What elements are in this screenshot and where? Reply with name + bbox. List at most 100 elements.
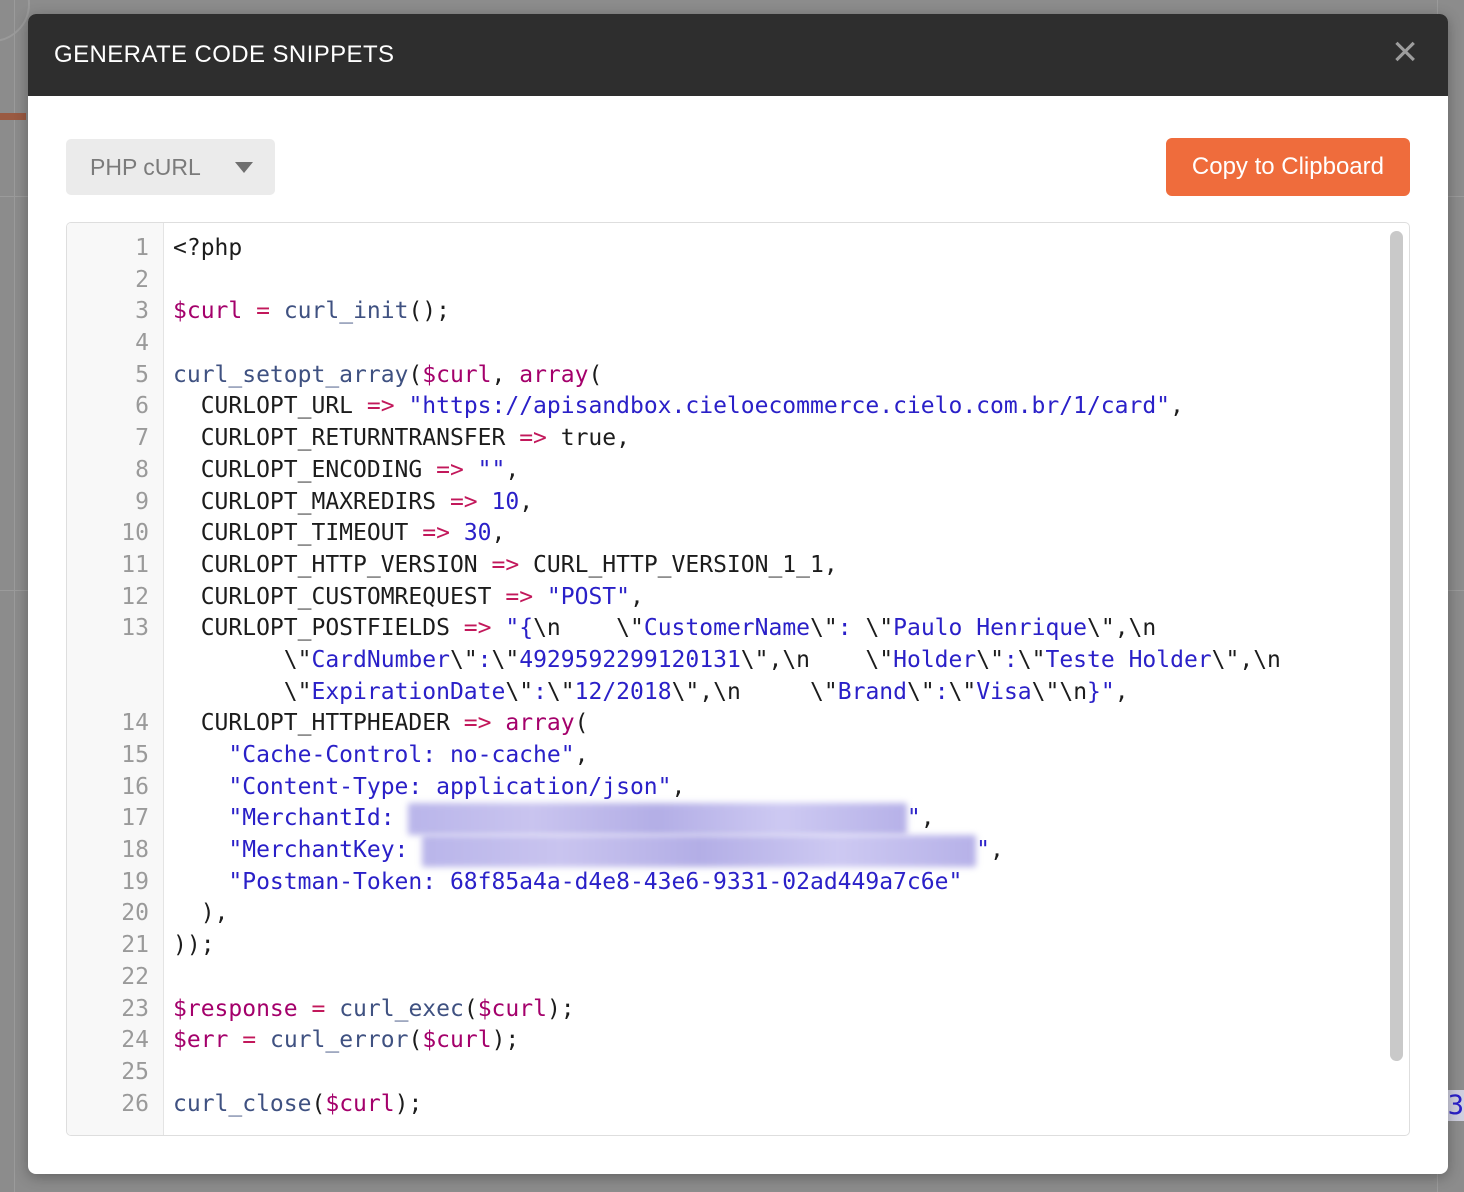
code-token-plain: , [671, 773, 686, 800]
code-token-plain: \" [907, 678, 935, 705]
code-token-str: " [906, 805, 921, 832]
code-token-plain: CURLOPT_HTTP_VERSION [173, 551, 492, 578]
code-token-str: Teste Holder [1045, 646, 1212, 673]
code-token-plain: \" [491, 646, 520, 673]
code-token-plain: \" [505, 678, 534, 705]
code-viewer[interactable]: 1 2 3 4 5 6 7 8 9 10 11 12 13 14 15 16 17 18 19 20 21 22 23 24 2… [66, 222, 1410, 1136]
code-token-plain: ( [408, 361, 423, 388]
code-token-op: = [242, 1027, 257, 1054]
code-line: CURLOPT_CUSTOMREQUEST => "POST", [173, 582, 1409, 614]
language-select[interactable]: PHP cURL [66, 139, 275, 195]
code-token-str: 12/2018 [574, 678, 672, 705]
code-token-plain: , [990, 837, 1004, 864]
line-number: 10 [121, 520, 149, 547]
code-token-str: "Content-Type: application/json" [228, 773, 672, 800]
code-token-op: => [491, 551, 520, 578]
code-token-num: 10 [491, 488, 520, 515]
code-token-plain: , [920, 805, 935, 832]
line-number: 21 [121, 932, 149, 959]
code-token-kw: array [505, 710, 575, 737]
line-number: 26 [121, 1090, 149, 1117]
code-token-plain: CURLOPT_URL [173, 393, 367, 420]
code-token-plain: \" [948, 678, 977, 705]
code-token-str: "{ [505, 615, 534, 642]
code-token-redact: xxxxxxxxxxxxxxxxxxxxxxxxxxxxxxxxxxxxxxxx [422, 835, 977, 867]
code-content[interactable]: <?php $curl = curl_init(); curl_setopt_a… [164, 223, 1409, 1135]
close-icon[interactable]: × [1386, 30, 1424, 80]
code-token-plain: CURLOPT_ENCODING [173, 456, 437, 483]
code-scrollbar-thumb[interactable] [1390, 231, 1403, 1061]
code-line: curl_close($curl); [173, 1089, 1409, 1121]
code-line: curl_setopt_array($curl, array( [173, 360, 1409, 392]
code-line: <?php [173, 233, 1409, 265]
generate-code-snippets-modal: GENERATE CODE SNIPPETS × PHP cURL Copy t… [28, 14, 1448, 1174]
code-token-str: : [533, 678, 547, 705]
line-number-gutter: 1 2 3 4 5 6 7 8 9 10 11 12 13 14 15 16 17 18 19 20 21 22 23 24 2… [67, 223, 164, 1135]
code-token-op: => [449, 488, 478, 515]
code-token-plain: , [1170, 393, 1184, 420]
code-token-kw: array [519, 361, 589, 388]
code-token-plain: \" [865, 646, 894, 673]
code-token-plain: CURLOPT_CUSTOMREQUEST [173, 583, 506, 610]
line-number: 5 [135, 361, 149, 388]
code-token-var: $curl [325, 1090, 395, 1117]
code-token-op: => [422, 520, 450, 547]
code-token-str: Holder [893, 646, 977, 673]
line-number: 2 [135, 266, 149, 293]
code-token-plain: ), [173, 900, 229, 927]
code-line: "Postman-Token: 68f85a4a-d4e8-43e6-9331-… [173, 867, 1409, 899]
line-number: 22 [121, 963, 149, 990]
line-number: 19 [121, 868, 149, 895]
code-token-str [561, 615, 616, 641]
line-number: 8 [135, 456, 149, 483]
code-token-plain: ( [574, 710, 589, 737]
code-token-plain: \n [533, 615, 561, 642]
code-token-str: : [1003, 646, 1018, 673]
code-token-plain: \"\n [1031, 678, 1088, 705]
code-scrollbar[interactable] [1390, 231, 1403, 1061]
code-token-str: "" [477, 456, 506, 483]
line-number: 20 [121, 900, 149, 927]
code-token-plain: CURLOPT_MAXREDIRS [173, 488, 450, 515]
chevron-down-icon [234, 161, 253, 173]
code-token-plain: , [491, 520, 506, 547]
code-token-plain: CURL_HTTP_VERSION_1_1, [519, 551, 838, 578]
code-token-plain: , [630, 583, 644, 610]
copy-to-clipboard-button[interactable]: Copy to Clipboard [1165, 138, 1410, 196]
code-token-str: "POST" [546, 583, 630, 610]
code-token-op: => [366, 393, 395, 420]
code-token-plain: , [491, 361, 520, 388]
code-token-plain: \" [173, 678, 312, 705]
code-token-plain: ( [588, 361, 603, 388]
code-token-plain: true, [546, 425, 630, 452]
code-token-op: = [311, 995, 326, 1022]
code-line: $curl = curl_init(); [173, 296, 1409, 328]
code-token-str: "Postman-Token: 68f85a4a-d4e8-43e6-9331-… [228, 868, 963, 895]
code-token-var: $curl [173, 298, 243, 325]
code-line: CURLOPT_POSTFIELDS => "{\n \"CustomerNam… [173, 613, 1409, 645]
code-token-op: => [519, 425, 547, 452]
code-token-plain: \",\n [740, 646, 866, 673]
code-token-plain: \" [546, 678, 575, 705]
background-rule-left [14, 0, 15, 1192]
code-token-str: }" [1087, 678, 1115, 705]
code-token-plain: \" [173, 646, 312, 673]
code-token-plain: CURLOPT_POSTFIELDS [173, 615, 464, 642]
code-token-fn: curl_close [173, 1090, 312, 1117]
code-token-var: $response [173, 995, 298, 1022]
code-token-plain: , [574, 742, 589, 768]
code-token-str: Visa [976, 678, 1032, 705]
toolbar: PHP cURL Copy to Clipboard [66, 138, 1410, 196]
line-number: 23 [121, 995, 149, 1022]
line-number [67, 677, 163, 709]
code-token-plain: \",\n [1087, 615, 1157, 642]
code-line: \"ExpirationDate\":\"12/2018\",\n \"Bran… [173, 677, 1409, 709]
code-token-str: " [976, 837, 991, 864]
code-token-str: : [477, 646, 492, 673]
line-number: 17 [121, 805, 149, 832]
